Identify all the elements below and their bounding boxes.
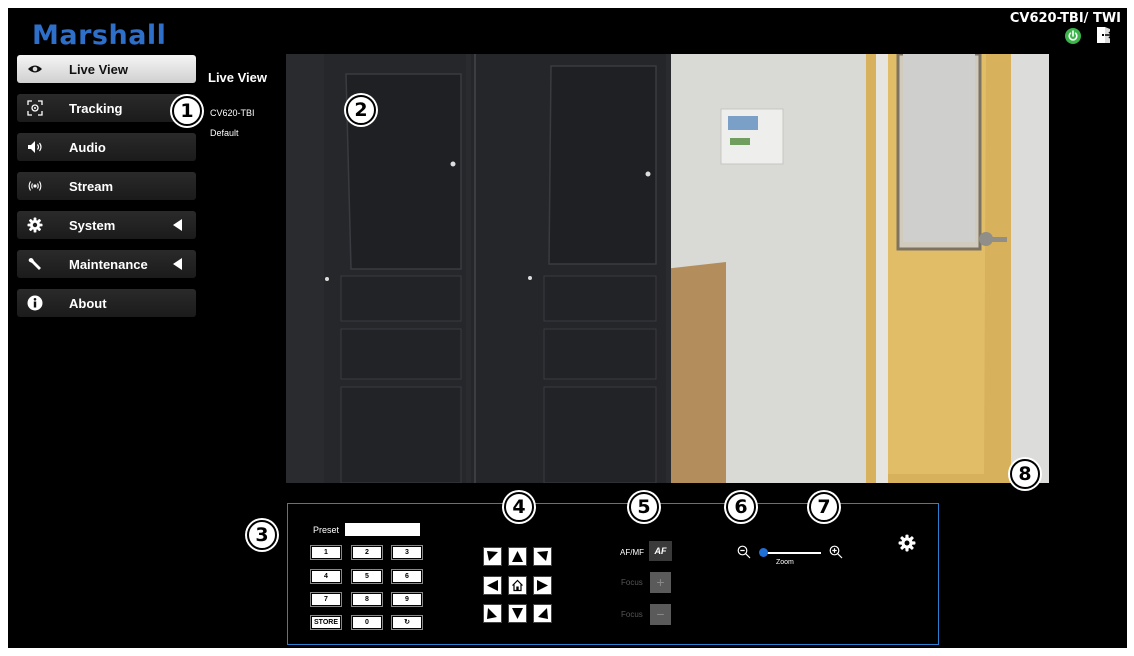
camera-name: CV620-TBI xyxy=(210,108,255,118)
pan-up-right-button[interactable] xyxy=(533,547,552,566)
sidebar-item-label: Audio xyxy=(69,140,106,155)
focus-far-label: Focus xyxy=(621,610,643,619)
power-icon[interactable] xyxy=(1065,28,1081,44)
callout-5: 5 xyxy=(629,492,659,522)
speaker-icon xyxy=(27,139,43,155)
reset-button[interactable]: ↻ xyxy=(392,616,422,629)
pan-down-button[interactable] xyxy=(508,604,527,623)
focus-plus-button[interactable]: + xyxy=(650,572,671,593)
preset-button-2[interactable]: 2 xyxy=(352,546,382,559)
camera-profile: Default xyxy=(210,128,239,138)
model-name: CV620-TBI/ TWI xyxy=(1009,11,1121,26)
video-frame-image xyxy=(286,54,1049,483)
arrow-down-left-icon xyxy=(487,608,497,619)
callout-1: 1 xyxy=(172,96,202,126)
focus-near-label: Focus xyxy=(621,578,643,587)
sidebar-item-label: Live View xyxy=(69,62,129,77)
sidebar-item-live-view[interactable]: Live View xyxy=(17,55,196,83)
sidebar-item-tracking[interactable]: Tracking xyxy=(17,94,196,122)
callout-3: 3 xyxy=(247,520,277,550)
callout-8: 8 xyxy=(1010,459,1040,489)
af-toggle-button[interactable]: AF xyxy=(649,541,672,561)
arrow-down-icon xyxy=(512,608,523,619)
sidebar: Live View Tracking Audio Stream System M… xyxy=(17,55,196,328)
sidebar-item-maintenance[interactable]: Maintenance xyxy=(17,250,196,278)
zoom-in-icon[interactable] xyxy=(829,545,843,564)
stream-icon xyxy=(27,178,43,194)
zoom-label: Zoom xyxy=(776,559,794,566)
sidebar-item-label: About xyxy=(69,296,107,311)
arrow-left-icon xyxy=(487,580,498,591)
callout-6: 6 xyxy=(726,492,756,522)
eye-icon xyxy=(27,61,43,77)
preset-button-4[interactable]: 4 xyxy=(311,570,341,583)
app-window: Marshall CV620-TBI/ TWI Live View Tracki… xyxy=(8,8,1127,648)
chevron-left-icon[interactable] xyxy=(173,219,182,231)
preset-input[interactable] xyxy=(345,523,420,536)
arrow-up-right-icon xyxy=(537,551,548,561)
sidebar-item-stream[interactable]: Stream xyxy=(17,172,196,200)
arrow-down-right-icon xyxy=(538,608,548,619)
arrow-up-icon xyxy=(512,551,523,562)
wrench-icon xyxy=(27,256,43,272)
tracking-icon xyxy=(27,100,43,116)
preset-button-8[interactable]: 8 xyxy=(352,593,382,606)
page-title: Live View xyxy=(208,70,268,85)
pan-left-button[interactable] xyxy=(483,576,502,595)
zoom-slider-handle[interactable] xyxy=(759,548,768,557)
preset-button-1[interactable]: 1 xyxy=(311,546,341,559)
pan-right-button[interactable] xyxy=(533,576,552,595)
preset-button-9[interactable]: 9 xyxy=(392,593,422,606)
info-icon xyxy=(27,295,43,311)
preset-button-7[interactable]: 7 xyxy=(311,593,341,606)
sidebar-item-label: Tracking xyxy=(69,101,123,116)
home-button[interactable] xyxy=(508,576,527,595)
zoom-out-icon[interactable] xyxy=(737,545,751,564)
control-panel: Preset 1 2 3 4 5 6 7 8 9 STORE 0 ↻ AF/MF… xyxy=(287,503,939,645)
brand-logo: Marshall xyxy=(32,20,167,51)
live-video-feed[interactable] xyxy=(286,54,1049,483)
gear-icon xyxy=(27,217,43,233)
callout-4: 4 xyxy=(504,492,534,522)
preset-button-6[interactable]: 6 xyxy=(392,570,422,583)
af-mf-label: AF/MF xyxy=(620,548,644,557)
store-button[interactable]: STORE xyxy=(311,616,341,629)
settings-gear-icon[interactable] xyxy=(898,534,916,557)
sidebar-item-label: Stream xyxy=(69,179,114,194)
chevron-left-icon[interactable] xyxy=(173,258,182,270)
preset-label: Preset xyxy=(313,525,340,535)
pan-up-button[interactable] xyxy=(508,547,527,566)
sidebar-item-about[interactable]: About xyxy=(17,289,196,317)
callout-2: 2 xyxy=(346,95,376,125)
arrow-right-icon xyxy=(537,580,548,591)
pan-up-left-button[interactable] xyxy=(483,547,502,566)
sidebar-item-label: Maintenance xyxy=(69,257,148,272)
sidebar-item-label: System xyxy=(69,218,116,233)
sidebar-item-system[interactable]: System xyxy=(17,211,196,239)
logout-icon[interactable] xyxy=(1095,26,1114,44)
zoom-slider[interactable] xyxy=(761,552,821,554)
sidebar-item-audio[interactable]: Audio xyxy=(17,133,196,161)
preset-button-0[interactable]: 0 xyxy=(352,616,382,629)
preset-button-3[interactable]: 3 xyxy=(392,546,422,559)
pan-down-left-button[interactable] xyxy=(483,604,502,623)
callout-7: 7 xyxy=(809,492,839,522)
preset-button-5[interactable]: 5 xyxy=(352,570,382,583)
home-icon xyxy=(512,579,523,592)
focus-minus-button[interactable]: − xyxy=(650,604,671,625)
arrow-up-left-icon xyxy=(487,551,498,561)
pan-down-right-button[interactable] xyxy=(533,604,552,623)
